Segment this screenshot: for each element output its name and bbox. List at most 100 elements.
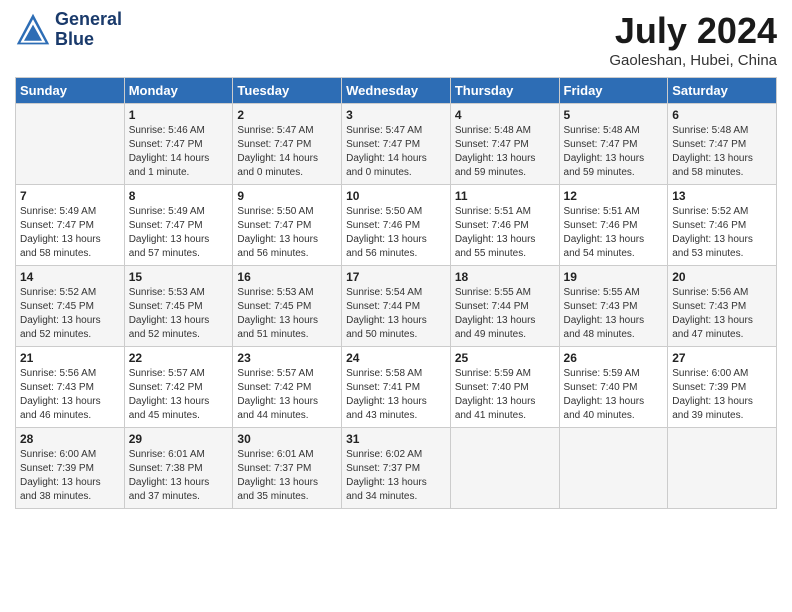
logo: General Blue bbox=[15, 10, 122, 50]
day-info: Sunrise: 5:54 AM Sunset: 7:44 PM Dayligh… bbox=[346, 286, 446, 342]
day-info: Sunrise: 5:48 AM Sunset: 7:47 PM Dayligh… bbox=[564, 124, 664, 180]
day-info: Sunrise: 5:49 AM Sunset: 7:47 PM Dayligh… bbox=[20, 205, 120, 261]
calendar-cell: 10 Sunrise: 5:50 AM Sunset: 7:46 PM Dayli… bbox=[342, 185, 451, 266]
day-number: 10 bbox=[346, 189, 446, 203]
day-info: Sunrise: 5:57 AM Sunset: 7:42 PM Dayligh… bbox=[237, 367, 337, 423]
day-number: 23 bbox=[237, 351, 337, 365]
day-info: Sunrise: 5:55 AM Sunset: 7:44 PM Dayligh… bbox=[455, 286, 555, 342]
day-info: Sunrise: 5:53 AM Sunset: 7:45 PM Dayligh… bbox=[237, 286, 337, 342]
calendar-cell: 9Sunrise: 5:50 AM Sunset: 7:47 PM Daylig… bbox=[233, 185, 342, 266]
calendar-cell: 15 Sunrise: 5:53 AM Sunset: 7:45 PM Dayli… bbox=[124, 266, 233, 347]
day-info: Sunrise: 5:48 AM Sunset: 7:47 PM Dayligh… bbox=[455, 124, 555, 180]
day-info: Sunrise: 6:00 AM Sunset: 7:39 PM Dayligh… bbox=[672, 367, 772, 423]
calendar-cell: 19Sunrise: 5:55 AM Sunset: 7:43 PM Dayli… bbox=[559, 266, 668, 347]
day-number: 12 bbox=[564, 189, 664, 203]
day-number: 15 bbox=[129, 270, 229, 284]
calendar-cell: 7 Sunrise: 5:49 AM Sunset: 7:47 PM Daylig… bbox=[16, 185, 125, 266]
day-info: Sunrise: 5:52 AM Sunset: 7:45 PM Dayligh… bbox=[20, 286, 120, 342]
header-day-wednesday: Wednesday bbox=[342, 78, 451, 104]
day-number: 11 bbox=[455, 189, 555, 203]
day-number: 29 bbox=[129, 432, 229, 446]
calendar-table: SundayMondayTuesdayWednesdayThursdayFrid… bbox=[15, 77, 777, 509]
page-container: General Blue July 2024 Gaoleshan, Hubei,… bbox=[0, 0, 792, 519]
day-number: 28 bbox=[20, 432, 120, 446]
calendar-cell: 4Sunrise: 5:48 AM Sunset: 7:47 PM Daylig… bbox=[450, 104, 559, 185]
day-number: 1 bbox=[129, 108, 229, 122]
week-row-1: 7 Sunrise: 5:49 AM Sunset: 7:47 PM Daylig… bbox=[16, 185, 777, 266]
day-info: Sunrise: 5:47 AM Sunset: 7:47 PM Dayligh… bbox=[237, 124, 337, 180]
day-number: 20 bbox=[672, 270, 772, 284]
day-info: Sunrise: 5:50 AM Sunset: 7:46 PM Dayligh… bbox=[346, 205, 446, 261]
day-number: 22 bbox=[129, 351, 229, 365]
calendar-cell: 11 Sunrise: 5:51 AM Sunset: 7:46 PM Dayli… bbox=[450, 185, 559, 266]
week-row-2: 14 Sunrise: 5:52 AM Sunset: 7:45 PM Dayli… bbox=[16, 266, 777, 347]
day-info: Sunrise: 6:01 AM Sunset: 7:38 PM Dayligh… bbox=[129, 448, 229, 504]
calendar-cell bbox=[559, 428, 668, 509]
day-number: 7 bbox=[20, 189, 120, 203]
day-number: 18 bbox=[455, 270, 555, 284]
page-header: General Blue July 2024 Gaoleshan, Hubei,… bbox=[15, 10, 777, 69]
calendar-cell: 16 Sunrise: 5:53 AM Sunset: 7:45 PM Dayli… bbox=[233, 266, 342, 347]
calendar-header: SundayMondayTuesdayWednesdayThursdayFrid… bbox=[16, 78, 777, 104]
day-number: 14 bbox=[20, 270, 120, 284]
calendar-cell: 28 Sunrise: 6:00 AM Sunset: 7:39 PM Dayli… bbox=[16, 428, 125, 509]
day-number: 30 bbox=[237, 432, 337, 446]
day-number: 26 bbox=[564, 351, 664, 365]
header-day-sunday: Sunday bbox=[16, 78, 125, 104]
calendar-cell bbox=[16, 104, 125, 185]
calendar-cell: 13Sunrise: 5:52 AM Sunset: 7:46 PM Dayli… bbox=[668, 185, 777, 266]
day-info: Sunrise: 5:56 AM Sunset: 7:43 PM Dayligh… bbox=[20, 367, 120, 423]
calendar-cell: 17 Sunrise: 5:54 AM Sunset: 7:44 PM Dayli… bbox=[342, 266, 451, 347]
month-title: July 2024 bbox=[609, 10, 777, 52]
calendar-cell: 31Sunrise: 6:02 AM Sunset: 7:37 PM Dayli… bbox=[342, 428, 451, 509]
calendar-cell: 21 Sunrise: 5:56 AM Sunset: 7:43 PM Dayli… bbox=[16, 347, 125, 428]
day-info: Sunrise: 6:01 AM Sunset: 7:37 PM Dayligh… bbox=[237, 448, 337, 504]
calendar-cell: 14 Sunrise: 5:52 AM Sunset: 7:45 PM Dayli… bbox=[16, 266, 125, 347]
day-info: Sunrise: 5:59 AM Sunset: 7:40 PM Dayligh… bbox=[455, 367, 555, 423]
calendar-cell: 26 Sunrise: 5:59 AM Sunset: 7:40 PM Dayli… bbox=[559, 347, 668, 428]
day-number: 6 bbox=[672, 108, 772, 122]
day-info: Sunrise: 5:53 AM Sunset: 7:45 PM Dayligh… bbox=[129, 286, 229, 342]
calendar-cell: 3Sunrise: 5:47 AM Sunset: 7:47 PM Daylig… bbox=[342, 104, 451, 185]
day-info: Sunrise: 6:02 AM Sunset: 7:37 PM Dayligh… bbox=[346, 448, 446, 504]
calendar-cell: 8 Sunrise: 5:49 AM Sunset: 7:47 PM Daylig… bbox=[124, 185, 233, 266]
day-info: Sunrise: 5:49 AM Sunset: 7:47 PM Dayligh… bbox=[129, 205, 229, 261]
calendar-body: 1Sunrise: 5:46 AM Sunset: 7:47 PM Daylig… bbox=[16, 104, 777, 509]
calendar-cell: 29 Sunrise: 6:01 AM Sunset: 7:38 PM Dayli… bbox=[124, 428, 233, 509]
week-row-0: 1Sunrise: 5:46 AM Sunset: 7:47 PM Daylig… bbox=[16, 104, 777, 185]
day-info: Sunrise: 6:00 AM Sunset: 7:39 PM Dayligh… bbox=[20, 448, 120, 504]
calendar-cell: 27 Sunrise: 6:00 AM Sunset: 7:39 PM Dayli… bbox=[668, 347, 777, 428]
location: Gaoleshan, Hubei, China bbox=[609, 52, 777, 69]
header-day-saturday: Saturday bbox=[668, 78, 777, 104]
day-number: 16 bbox=[237, 270, 337, 284]
day-info: Sunrise: 5:50 AM Sunset: 7:47 PM Dayligh… bbox=[237, 205, 337, 261]
calendar-cell: 25 Sunrise: 5:59 AM Sunset: 7:40 PM Dayli… bbox=[450, 347, 559, 428]
day-number: 5 bbox=[564, 108, 664, 122]
day-info: Sunrise: 5:57 AM Sunset: 7:42 PM Dayligh… bbox=[129, 367, 229, 423]
day-number: 17 bbox=[346, 270, 446, 284]
day-number: 27 bbox=[672, 351, 772, 365]
header-day-tuesday: Tuesday bbox=[233, 78, 342, 104]
week-row-4: 28 Sunrise: 6:00 AM Sunset: 7:39 PM Dayli… bbox=[16, 428, 777, 509]
calendar-cell: 23 Sunrise: 5:57 AM Sunset: 7:42 PM Dayli… bbox=[233, 347, 342, 428]
day-number: 21 bbox=[20, 351, 120, 365]
day-number: 8 bbox=[129, 189, 229, 203]
calendar-cell: 20Sunrise: 5:56 AM Sunset: 7:43 PM Dayli… bbox=[668, 266, 777, 347]
day-info: Sunrise: 5:58 AM Sunset: 7:41 PM Dayligh… bbox=[346, 367, 446, 423]
day-info: Sunrise: 5:51 AM Sunset: 7:46 PM Dayligh… bbox=[455, 205, 555, 261]
calendar-cell: 18 Sunrise: 5:55 AM Sunset: 7:44 PM Dayli… bbox=[450, 266, 559, 347]
day-info: Sunrise: 5:48 AM Sunset: 7:47 PM Dayligh… bbox=[672, 124, 772, 180]
calendar-cell: 22 Sunrise: 5:57 AM Sunset: 7:42 PM Dayli… bbox=[124, 347, 233, 428]
header-day-friday: Friday bbox=[559, 78, 668, 104]
calendar-cell: 6 Sunrise: 5:48 AM Sunset: 7:47 PM Daylig… bbox=[668, 104, 777, 185]
calendar-cell bbox=[668, 428, 777, 509]
day-info: Sunrise: 5:59 AM Sunset: 7:40 PM Dayligh… bbox=[564, 367, 664, 423]
header-day-monday: Monday bbox=[124, 78, 233, 104]
day-number: 25 bbox=[455, 351, 555, 365]
day-info: Sunrise: 5:52 AM Sunset: 7:46 PM Dayligh… bbox=[672, 205, 772, 261]
week-row-3: 21 Sunrise: 5:56 AM Sunset: 7:43 PM Dayli… bbox=[16, 347, 777, 428]
header-row: SundayMondayTuesdayWednesdayThursdayFrid… bbox=[16, 78, 777, 104]
day-number: 3 bbox=[346, 108, 446, 122]
calendar-cell: 2Sunrise: 5:47 AM Sunset: 7:47 PM Daylig… bbox=[233, 104, 342, 185]
day-info: Sunrise: 5:51 AM Sunset: 7:46 PM Dayligh… bbox=[564, 205, 664, 261]
